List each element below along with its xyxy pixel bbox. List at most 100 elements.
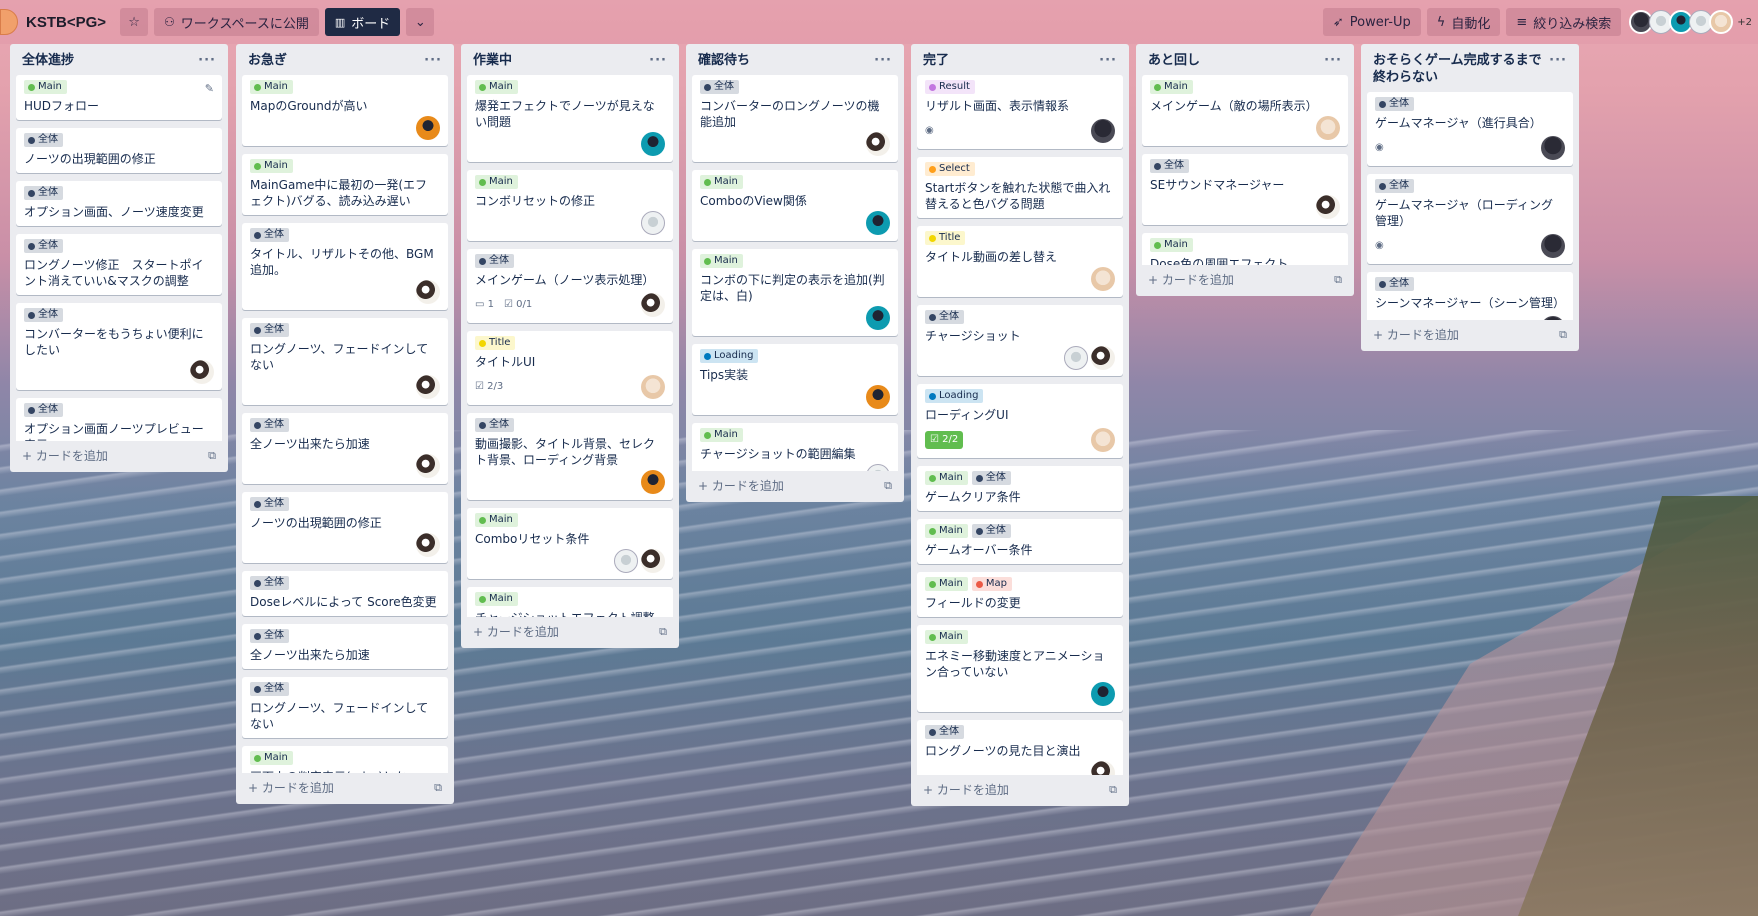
card-label[interactable]: 全体	[250, 682, 289, 696]
member-avatar[interactable]	[614, 549, 638, 573]
list-title[interactable]: 確認待ち	[698, 52, 750, 69]
card-template-icon[interactable]: ⧉	[208, 449, 216, 463]
card[interactable]: Select Startボタンを触れた状態で曲入れ替えると色バグる問題	[917, 157, 1123, 218]
card[interactable]: Main チャージショットエフェクト調整	[467, 587, 673, 617]
card[interactable]: 全体 チャージショット	[917, 305, 1123, 376]
card-label[interactable]: Loading	[925, 389, 984, 403]
add-card-button[interactable]: + カードを追加 ⧉	[692, 471, 898, 502]
card-template-icon[interactable]: ⧉	[884, 479, 892, 493]
card[interactable]: 全体 タイトル、リザルトその他、BGM追加。	[242, 223, 448, 310]
list-header[interactable]: あと回し ···	[1142, 44, 1348, 75]
list-menu-icon[interactable]: ···	[198, 52, 216, 69]
card-label[interactable]: 全体	[1375, 277, 1414, 291]
list-title[interactable]: お急ぎ	[248, 52, 287, 69]
list-menu-icon[interactable]: ···	[1099, 52, 1117, 69]
star-button[interactable]: ☆	[120, 8, 149, 36]
card-label[interactable]: 全体	[1150, 159, 1189, 173]
card-label[interactable]: Main	[250, 80, 293, 94]
member-avatar[interactable]	[416, 454, 440, 478]
member-avatar[interactable]	[866, 385, 890, 409]
card-label[interactable]: Main	[925, 630, 968, 644]
member-avatar[interactable]	[641, 211, 665, 235]
list-header[interactable]: お急ぎ ···	[242, 44, 448, 75]
card-label[interactable]: 全体	[250, 576, 289, 590]
card-label[interactable]: Select	[925, 162, 975, 176]
member-avatar[interactable]	[1541, 136, 1565, 160]
card-label[interactable]: Main	[24, 80, 67, 94]
list-header[interactable]: 作業中 ···	[467, 44, 673, 75]
member-avatar[interactable]	[1091, 346, 1115, 370]
card-label[interactable]: Main	[475, 175, 518, 189]
list-menu-icon[interactable]: ···	[874, 52, 892, 69]
list-menu-icon[interactable]: ···	[1324, 52, 1342, 69]
member-avatar[interactable]	[641, 293, 665, 317]
member-avatar[interactable]	[416, 116, 440, 140]
member-avatar[interactable]	[1091, 682, 1115, 706]
card-label[interactable]: Title	[925, 231, 966, 245]
edit-pencil-icon[interactable]: ✎	[205, 81, 214, 97]
add-card-button[interactable]: + カードを追加 ⧉	[467, 617, 673, 648]
card[interactable]: 全体 ロングノーツ修正 スタートポイント消えていい&マスクの調整	[16, 234, 222, 295]
card[interactable]: 全体シーンマネージャー（シーン管理） ◉	[1367, 272, 1573, 320]
member-avatar[interactable]	[190, 360, 214, 384]
card[interactable]: Main Comboリセット条件	[467, 508, 673, 579]
list-header[interactable]: 完了 ···	[917, 44, 1123, 75]
add-card-button[interactable]: + カードを追加 ⧉	[16, 441, 222, 472]
card-label[interactable]: Main	[1150, 238, 1193, 252]
card-label[interactable]: 全体	[250, 228, 289, 242]
card-label[interactable]: 全体	[925, 310, 964, 324]
card-label[interactable]: 全体	[1375, 97, 1414, 111]
card[interactable]: Main 爆発エフェクトでノーツが見えない問題	[467, 75, 673, 162]
card[interactable]: 全体 ロングノーツ、フェードインしてない	[242, 677, 448, 738]
card-label[interactable]: Main	[475, 513, 518, 527]
card[interactable]: Main メインゲーム（敵の場所表示）	[1142, 75, 1348, 146]
card-label[interactable]: 全体	[250, 323, 289, 337]
card[interactable]: Main エネミー移動速度とアニメーション合っていない	[917, 625, 1123, 712]
card-label[interactable]: Main	[250, 159, 293, 173]
card-template-icon[interactable]: ⧉	[1559, 328, 1567, 342]
card[interactable]: 全体 SEサウンドマネージャー	[1142, 154, 1348, 225]
card[interactable]: 全体 ノーツの出現範囲の修正	[242, 492, 448, 563]
card[interactable]: 全体 Doseレベルによって Score色変更	[242, 571, 448, 616]
card-label[interactable]: 全体	[475, 418, 514, 432]
card-label[interactable]: Map	[971, 577, 1012, 591]
card[interactable]: Main 画面上の判定表示(miss)とか	[242, 746, 448, 773]
list-title[interactable]: 全体進捗	[22, 52, 74, 69]
card[interactable]: Main 全体 ゲームオーバー条件	[917, 519, 1123, 564]
card[interactable]: 全体 全ノーツ出来たら加速	[242, 413, 448, 484]
card-template-icon[interactable]: ⧉	[1334, 273, 1342, 287]
card-label[interactable]: 全体	[971, 471, 1011, 485]
board-title[interactable]: KSTB<PG>	[26, 14, 106, 31]
card[interactable]: Main MainGame中に最初の一発(エフェクト)バグる、読み込み遅い	[242, 154, 448, 215]
visibility-button[interactable]: ⚇ ワークスペースに公開	[154, 8, 319, 36]
card[interactable]: Title タイトル動画の差し替え	[917, 226, 1123, 297]
member-avatar[interactable]	[866, 306, 890, 330]
list-title[interactable]: あと回し	[1148, 52, 1200, 69]
card[interactable]: Main 全体 ゲームクリア条件	[917, 466, 1123, 511]
card-label[interactable]: 全体	[250, 629, 289, 643]
card[interactable]: 全体 メインゲーム（ノーツ表示処理） ▭ 1 ☑ 0/1	[467, 249, 673, 323]
card[interactable]: Loading ローディングUI ☑ 2/2	[917, 384, 1123, 458]
more-members-count[interactable]: +2	[1737, 17, 1752, 28]
card[interactable]: Main ComboのView関係	[692, 170, 898, 241]
add-card-button[interactable]: + カードを追加 ⧉	[242, 773, 448, 804]
card[interactable]: 全体 ロングノーツの見た目と演出	[917, 720, 1123, 775]
member-avatar[interactable]	[1709, 10, 1734, 34]
member-avatar[interactable]	[1541, 316, 1565, 320]
card-label[interactable]: Main	[700, 175, 743, 189]
card-label[interactable]: Main	[700, 428, 743, 442]
member-avatar[interactable]	[866, 211, 890, 235]
member-avatar[interactable]	[1316, 195, 1340, 219]
card[interactable]: Main チャージショットの範囲編集	[692, 423, 898, 471]
list-title[interactable]: 作業中	[473, 52, 512, 69]
card-template-icon[interactable]: ⧉	[1109, 783, 1117, 797]
list-menu-icon[interactable]: ···	[424, 52, 442, 69]
card-label[interactable]: Main	[475, 80, 518, 94]
card-label[interactable]: 全体	[24, 186, 63, 200]
card-label[interactable]: Main	[250, 751, 293, 765]
card-template-icon[interactable]: ⧉	[659, 625, 667, 639]
card[interactable]: 全体 全ノーツ出来たら加速	[242, 624, 448, 669]
list-menu-icon[interactable]: ···	[649, 52, 667, 69]
member-avatar[interactable]	[641, 375, 665, 399]
member-avatar[interactable]	[1091, 119, 1115, 143]
